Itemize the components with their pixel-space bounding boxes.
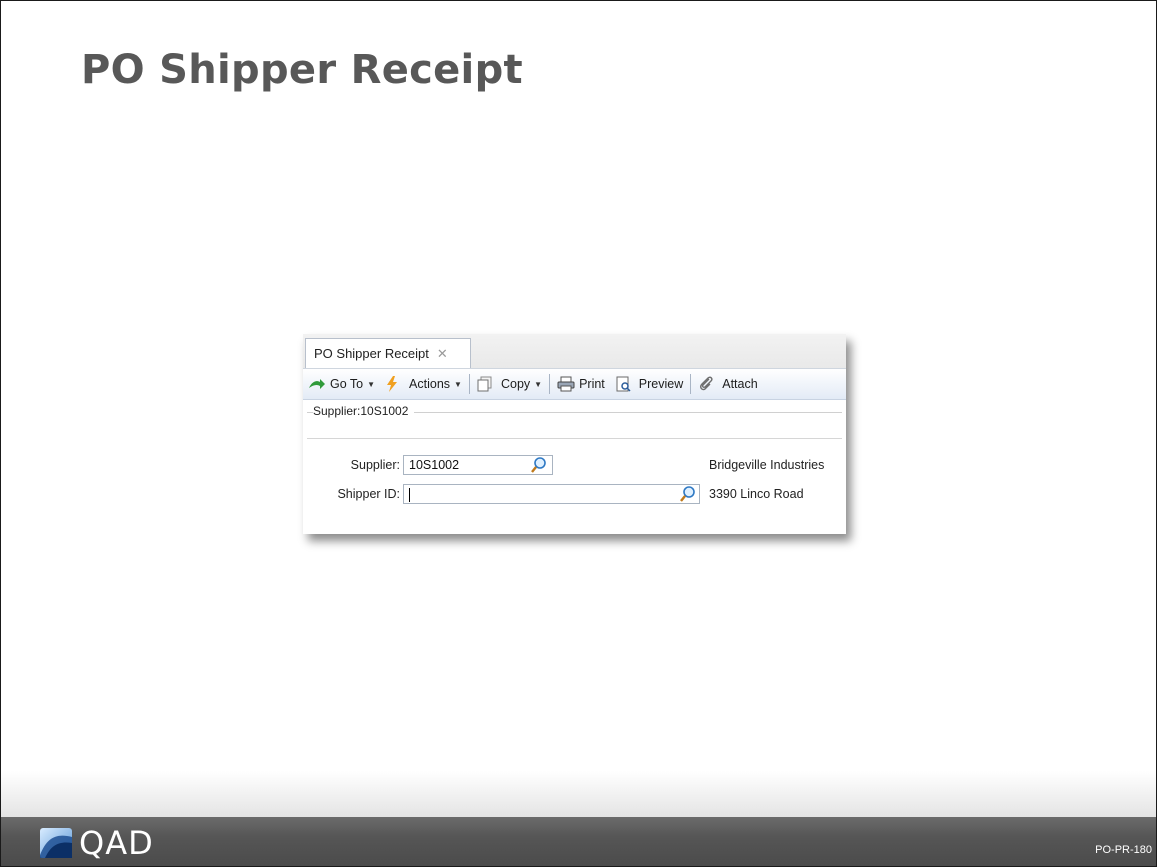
go-arrow-icon: [309, 379, 325, 389]
preview-label: Preview: [638, 377, 684, 391]
slide-code: PO-PR-180: [1095, 844, 1152, 856]
preview-icon: [616, 376, 631, 392]
qad-logo: QAD: [39, 824, 154, 862]
shipper-id-input[interactable]: [403, 484, 700, 504]
breadcrumb: Supplier:10S1002: [313, 404, 415, 418]
search-icon[interactable]: [679, 485, 697, 503]
qad-logo-icon: [40, 828, 72, 858]
supplier-name: Bridgeville Industries: [709, 458, 825, 472]
tab-strip: PO Shipper Receipt ✕: [303, 334, 846, 369]
footer-bar: QAD PO-PR-180: [1, 817, 1156, 866]
shipper-id-label: Shipper ID:: [337, 487, 400, 501]
close-icon[interactable]: ✕: [437, 346, 448, 362]
copy-icon: [477, 376, 492, 392]
chevron-down-icon: ▼: [454, 379, 462, 389]
paperclip-icon: [700, 376, 713, 391]
logo-text: QAD: [79, 824, 154, 862]
footer-fade: [1, 771, 1156, 817]
print-button[interactable]: Print: [554, 373, 608, 395]
tab-po-shipper-receipt[interactable]: PO Shipper Receipt ✕: [305, 338, 471, 368]
tab-label: PO Shipper Receipt: [314, 346, 429, 361]
toolbar-separator: [468, 374, 470, 394]
attach-button[interactable]: Attach: [695, 373, 760, 395]
preview-button[interactable]: Preview: [612, 373, 686, 395]
print-label: Print: [579, 377, 605, 391]
toolbar-separator: [690, 374, 692, 394]
chevron-down-icon: ▼: [534, 379, 543, 389]
goto-button[interactable]: Go To ▼: [305, 373, 378, 395]
chevron-down-icon: ▼: [367, 379, 376, 389]
actions-label: Actions: [409, 377, 451, 391]
slide: PO Shipper Receipt PO Shipper Receipt ✕ …: [0, 0, 1157, 867]
copy-button[interactable]: Copy ▼: [474, 373, 545, 395]
copy-label: Copy: [500, 377, 531, 391]
search-icon[interactable]: [530, 456, 548, 474]
toolbar: Go To ▼ Actions ▼ Copy ▼ Print Preview A…: [303, 369, 846, 400]
supplier-label: Supplier:: [350, 458, 400, 472]
actions-button[interactable]: Actions ▼: [382, 373, 465, 395]
section-divider: [307, 438, 842, 439]
toolbar-separator: [549, 374, 551, 394]
printer-icon: [557, 376, 575, 392]
goto-label: Go To: [330, 377, 364, 391]
lightning-icon: [387, 376, 398, 392]
supplier-address: 3390 Linco Road: [709, 487, 804, 501]
attach-label: Attach: [722, 377, 758, 391]
po-shipper-receipt-window: PO Shipper Receipt ✕ Go To ▼ Actions ▼ C…: [303, 334, 846, 534]
slide-title: PO Shipper Receipt: [81, 47, 523, 93]
text-cursor: [409, 487, 410, 502]
